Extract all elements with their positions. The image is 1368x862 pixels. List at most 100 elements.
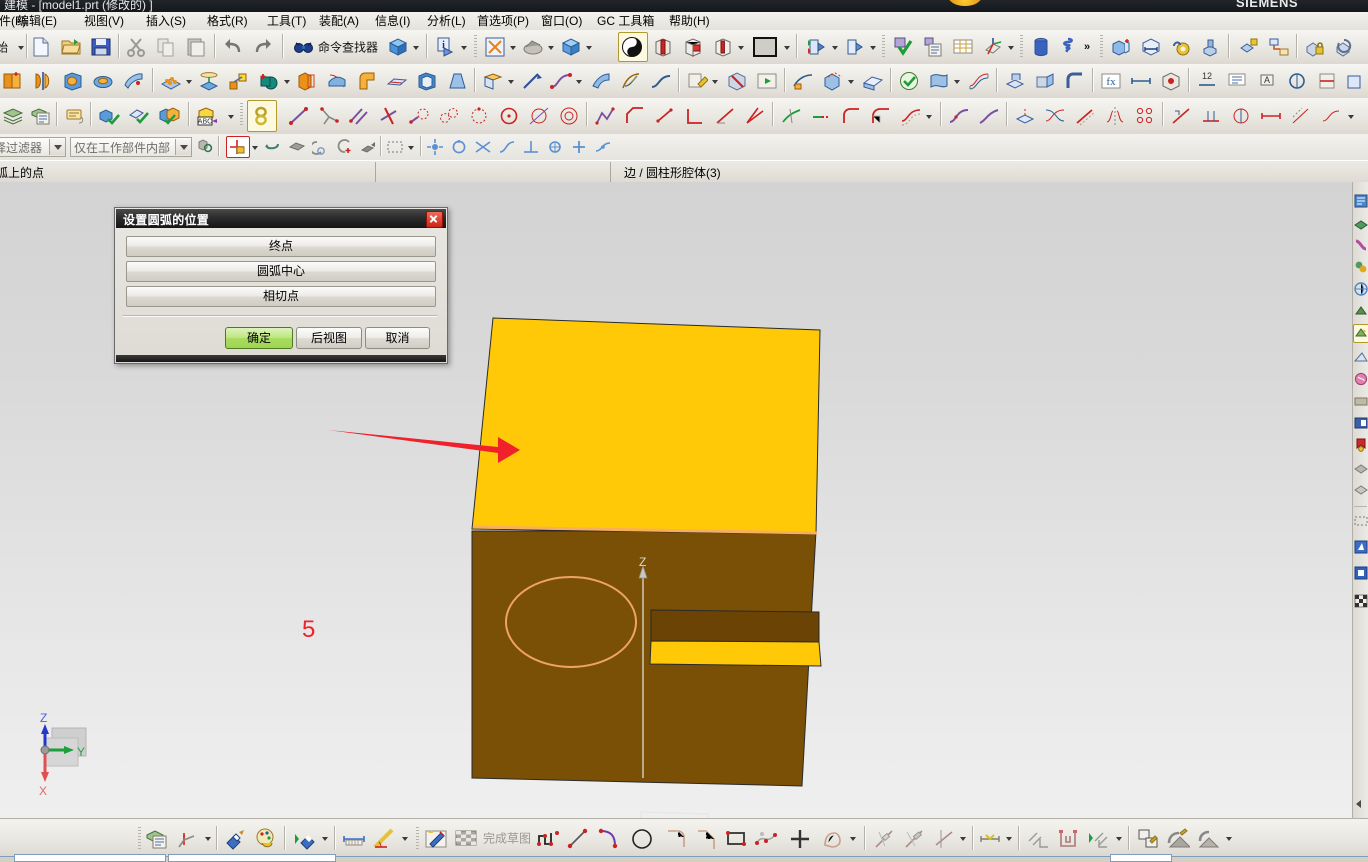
option-tangent-point-button[interactable]: 相切点 bbox=[126, 286, 436, 307]
line-icon[interactable] bbox=[288, 105, 310, 127]
perpendicular-segment-icon[interactable] bbox=[684, 105, 706, 127]
fillet-tool-icon[interactable] bbox=[664, 827, 688, 851]
quick-trim-icon[interactable] bbox=[872, 827, 896, 851]
resource-favorites-icon[interactable] bbox=[1354, 438, 1368, 452]
update-assembly-icon[interactable] bbox=[1334, 36, 1356, 58]
assembly-navigator-icon[interactable] bbox=[1268, 36, 1290, 58]
cylinder-feature-icon[interactable] bbox=[1030, 36, 1052, 58]
thicken-icon[interactable] bbox=[862, 70, 884, 92]
rectangle-select-icon[interactable] bbox=[386, 138, 404, 156]
inferred-dimension-icon[interactable] bbox=[342, 827, 366, 851]
extrude-feature-icon[interactable] bbox=[2, 70, 24, 92]
undo-icon[interactable] bbox=[222, 36, 244, 58]
make-corner-icon[interactable] bbox=[932, 827, 956, 851]
pattern-curve-icon[interactable] bbox=[1134, 105, 1156, 127]
info-icon[interactable]: i bbox=[434, 36, 456, 58]
snap-existing-point-icon[interactable] bbox=[570, 138, 588, 156]
check-geometry-icon[interactable] bbox=[898, 70, 920, 92]
new-file-icon[interactable] bbox=[30, 36, 52, 58]
angle-dimension-icon[interactable] bbox=[372, 827, 396, 851]
angled-line-icon[interactable] bbox=[714, 105, 736, 127]
section-view-icon[interactable] bbox=[652, 36, 674, 58]
part-tab-2[interactable] bbox=[168, 854, 336, 862]
perpendicular-line-icon[interactable] bbox=[378, 105, 400, 127]
pattern-chevron-down-icon[interactable] bbox=[186, 80, 192, 84]
save-icon[interactable] bbox=[90, 36, 112, 58]
line-tool-icon[interactable] bbox=[566, 827, 590, 851]
auto-constrain-icon[interactable] bbox=[1086, 827, 1110, 851]
start-menu-button[interactable]: 始 bbox=[0, 39, 8, 56]
continuity-constraint-icon[interactable] bbox=[1056, 827, 1080, 851]
resource-part-navigator-active-icon[interactable] bbox=[1354, 326, 1368, 340]
circle-3pt-icon[interactable] bbox=[468, 105, 490, 127]
suppress-feature-icon[interactable] bbox=[726, 70, 748, 92]
option-arc-center-button[interactable]: 圆弧中心 bbox=[126, 261, 436, 282]
ruled-surface-icon[interactable] bbox=[968, 70, 990, 92]
menu-window[interactable]: 窗口(O) bbox=[538, 13, 585, 29]
resource-assembly-navigator-icon[interactable] bbox=[1354, 194, 1368, 208]
pmi-dimension-icon[interactable]: 12 bbox=[1196, 70, 1218, 92]
revolve-feature-icon[interactable] bbox=[32, 70, 54, 92]
toolbar-overflow-chevrons[interactable]: » bbox=[1084, 41, 1090, 53]
trim-body-icon[interactable] bbox=[296, 70, 318, 92]
orient-chevron-down-icon[interactable] bbox=[586, 46, 592, 50]
extrude-icon[interactable] bbox=[1110, 36, 1132, 58]
annotation-tag-icon[interactable] bbox=[64, 105, 86, 127]
resource-bar[interactable] bbox=[1352, 182, 1368, 818]
command-finder-icon[interactable] bbox=[292, 36, 314, 58]
reattach-sketch-icon[interactable] bbox=[224, 827, 248, 851]
start-chevron-down-icon[interactable] bbox=[18, 46, 24, 50]
feature-playback-icon[interactable] bbox=[756, 70, 778, 92]
menu-edit[interactable]: 编辑(E) bbox=[14, 13, 60, 29]
boss-feature-icon[interactable] bbox=[92, 70, 114, 92]
edit-defining-section-icon[interactable] bbox=[1166, 827, 1192, 851]
text-feature-icon[interactable]: ABC bbox=[196, 105, 218, 127]
chamfer-line-icon[interactable] bbox=[624, 105, 646, 127]
background-chevron-down-icon[interactable] bbox=[784, 46, 790, 50]
resource-selection-icon[interactable] bbox=[1354, 514, 1368, 528]
alternate-solution-icon[interactable] bbox=[1320, 105, 1342, 127]
snap-intersection-icon[interactable] bbox=[474, 138, 492, 156]
fit-chevron-down-icon[interactable] bbox=[510, 46, 516, 50]
mirror-feature-icon[interactable] bbox=[198, 70, 220, 92]
selection-scope-combo[interactable]: 仅在工作部件内部 bbox=[70, 137, 192, 157]
circle-icon[interactable] bbox=[498, 105, 520, 127]
profile-icon[interactable] bbox=[536, 827, 560, 851]
resource-system-materials-icon[interactable] bbox=[1354, 372, 1368, 386]
datum-chevron-down-icon[interactable] bbox=[508, 80, 514, 84]
pattern-feature-icon[interactable] bbox=[160, 70, 182, 92]
rectangle-tool-icon[interactable] bbox=[724, 827, 748, 851]
assembly-constraint-icon[interactable] bbox=[1238, 36, 1260, 58]
display-constraints-chevron-down-icon[interactable] bbox=[322, 837, 328, 841]
resource-palettes-icon[interactable] bbox=[1354, 416, 1368, 430]
pmi-note-icon[interactable] bbox=[1226, 70, 1248, 92]
rotate-reference-icon[interactable] bbox=[309, 138, 330, 156]
cancel-button[interactable]: 取消 bbox=[365, 327, 430, 349]
copy-icon[interactable] bbox=[155, 36, 177, 58]
arc-tangent-icon[interactable] bbox=[438, 105, 460, 127]
menu-information[interactable]: 信息(I) bbox=[372, 13, 413, 29]
sketch-navigator-icon[interactable] bbox=[145, 827, 169, 851]
option-endpoint-button[interactable]: 终点 bbox=[126, 236, 436, 257]
menu-assemblies[interactable]: 装配(A) bbox=[316, 13, 362, 29]
studio-spline-icon[interactable] bbox=[250, 105, 272, 127]
text-chevron-down-icon[interactable] bbox=[228, 115, 234, 119]
split-body-icon[interactable] bbox=[326, 70, 348, 92]
reverse-reference-icon[interactable] bbox=[336, 138, 354, 156]
menu-view[interactable]: 视图(V) bbox=[81, 13, 127, 29]
zoom-pan-icon[interactable] bbox=[522, 36, 544, 58]
snap-center-icon[interactable] bbox=[426, 138, 444, 156]
sketch-table-icon[interactable] bbox=[952, 36, 974, 58]
box-blue-icon[interactable] bbox=[387, 36, 409, 58]
mass-properties-icon[interactable] bbox=[1160, 70, 1182, 92]
update-model-chevron-down-icon[interactable] bbox=[1226, 837, 1232, 841]
circle-tool-icon[interactable] bbox=[630, 827, 654, 851]
trim-chevron-down-icon[interactable] bbox=[960, 837, 966, 841]
edit-feature-icon[interactable] bbox=[686, 70, 709, 92]
intersect-curve-icon[interactable] bbox=[1044, 105, 1066, 127]
hide-body-icon[interactable] bbox=[288, 138, 306, 156]
redo-icon[interactable] bbox=[252, 36, 274, 58]
snap-point-icon[interactable] bbox=[228, 138, 246, 156]
measure-distance-icon[interactable] bbox=[1130, 70, 1152, 92]
deform-body-icon[interactable] bbox=[928, 70, 950, 92]
